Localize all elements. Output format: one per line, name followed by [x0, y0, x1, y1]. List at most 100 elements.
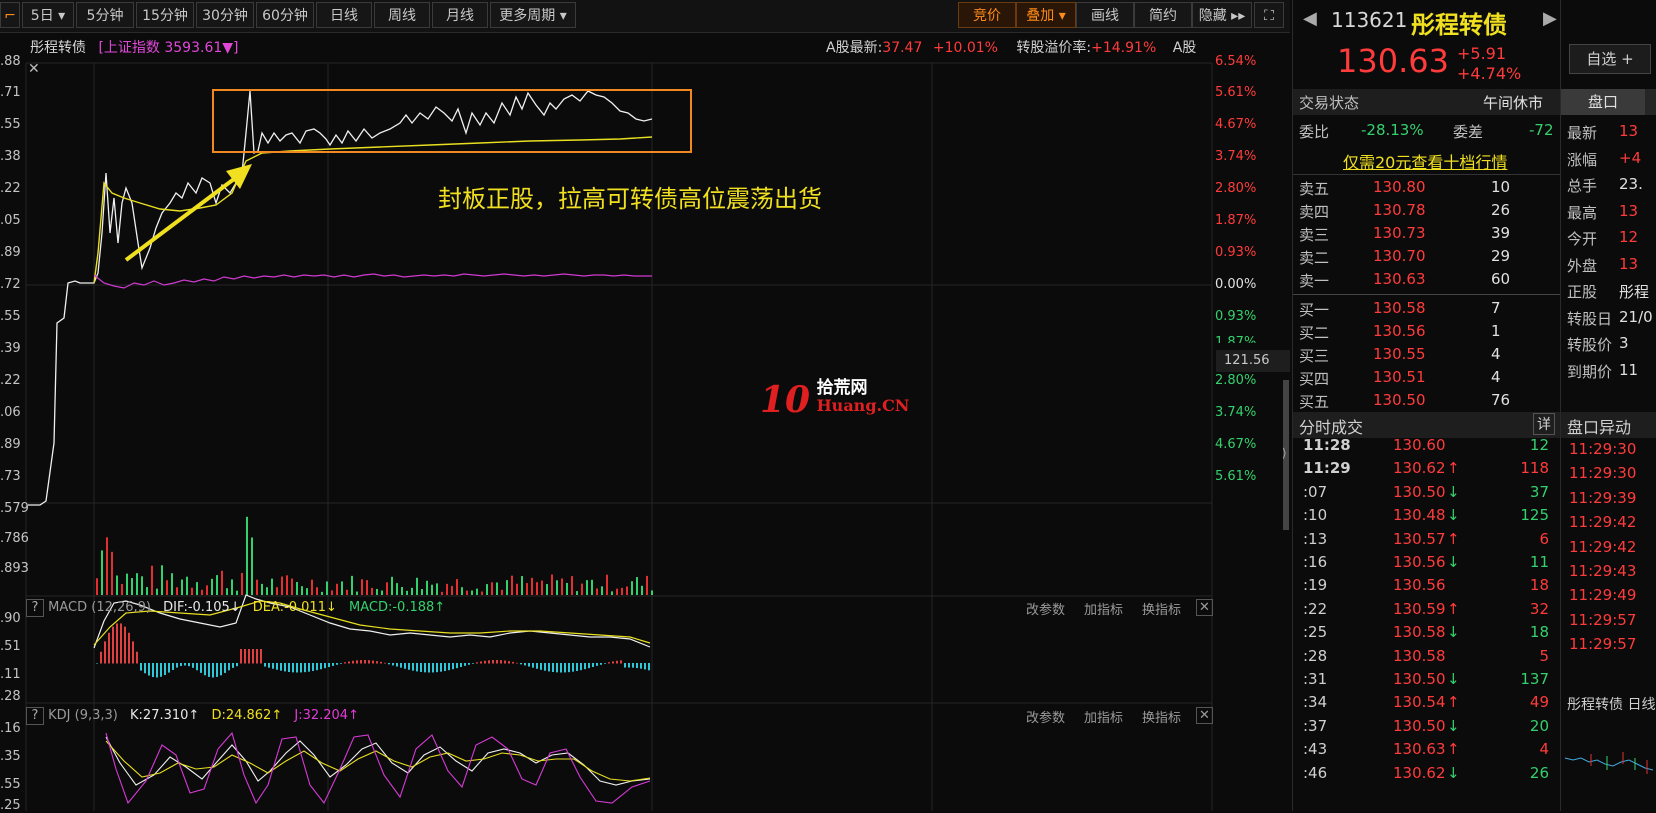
- volume-bar: [366, 580, 368, 595]
- simple-mode-button[interactable]: 简约: [1134, 2, 1192, 28]
- period-60min-button[interactable]: 60分钟: [256, 2, 314, 28]
- volume-bar: [381, 590, 383, 595]
- stat-value: 13: [1619, 122, 1639, 140]
- bid-volume: 4: [1491, 345, 1501, 363]
- mini-daily-chart: [1564, 752, 1654, 774]
- chart-title-bar: 彤程转债 [上证指数 3593.61▼]: [30, 37, 239, 57]
- toolbar-menu-button[interactable]: ⌐: [0, 2, 20, 28]
- anomaly-time[interactable]: 11:29:57: [1569, 635, 1636, 653]
- collapse-panel-icon[interactable]: ⟩: [1282, 446, 1287, 460]
- macd-bar: [248, 649, 250, 664]
- kdj-switch-indicator-button[interactable]: 换指标: [1142, 707, 1181, 726]
- macd-bar: [140, 663, 142, 671]
- anomaly-time[interactable]: 11:29:42: [1569, 538, 1636, 556]
- more-periods-button[interactable]: 更多周期 ▾: [490, 2, 576, 28]
- kdj-add-indicator-button[interactable]: 加指标: [1084, 707, 1123, 726]
- anomaly-time[interactable]: 11:29:42: [1569, 513, 1636, 531]
- macd-bar: [180, 663, 182, 667]
- macd-bar: [360, 660, 362, 664]
- macd-add-indicator-button[interactable]: 加指标: [1084, 599, 1123, 618]
- bid-volume: 1: [1491, 322, 1501, 340]
- draw-line-button[interactable]: 画线: [1076, 2, 1134, 28]
- trade-volume: 5: [1539, 646, 1549, 665]
- ask-price: 130.80: [1373, 178, 1426, 196]
- tab-orderbook[interactable]: 盘口: [1561, 89, 1645, 115]
- volume-bar: [496, 582, 498, 595]
- period-weekly-button[interactable]: 周线: [374, 2, 430, 28]
- anomaly-time[interactable]: 11:29:49: [1569, 586, 1636, 604]
- macd-bar: [532, 663, 534, 668]
- premium-value: +14.91%: [1091, 40, 1157, 56]
- left-axis-label: .72: [0, 277, 21, 292]
- volume-bar: [546, 584, 548, 595]
- add-watchlist-button[interactable]: 自选 +: [1569, 44, 1651, 74]
- stat-label: 到期价: [1567, 362, 1613, 381]
- anomaly-time[interactable]: 11:29:43: [1569, 562, 1636, 580]
- hide-button[interactable]: 隐藏 ▸▸: [1192, 2, 1252, 28]
- anomaly-time[interactable]: 11:29:30: [1569, 464, 1636, 482]
- trade-direction-icon: ↑: [1447, 529, 1460, 548]
- bid-price: 130.50: [1373, 391, 1426, 409]
- volume-bar: [556, 580, 558, 595]
- trade-time: :31: [1303, 670, 1328, 688]
- volume-bar: [141, 576, 143, 595]
- volume-bar: [561, 578, 563, 595]
- macd-bar: [132, 641, 134, 664]
- macd-switch-indicator-button[interactable]: 换指标: [1142, 599, 1181, 618]
- bid-volume: 4: [1491, 368, 1501, 386]
- macd-bar: [448, 663, 450, 671]
- left-axis-label: .38: [0, 149, 21, 164]
- kdj-edit-params-button[interactable]: 改参数: [1026, 707, 1065, 726]
- intraday-chart[interactable]: 彤程转债 [上证指数 3593.61▼] A股最新:37.47 +10.01% …: [0, 33, 1290, 813]
- right-axis-label: 4.67%: [1215, 117, 1257, 132]
- prev-security-icon[interactable]: ◀: [1303, 8, 1317, 29]
- bid-level-label: 买二: [1299, 324, 1330, 342]
- crosshair-close-icon[interactable]: ✕: [28, 61, 40, 77]
- macd-bar: [160, 663, 162, 677]
- anomaly-time[interactable]: 11:29:30: [1569, 440, 1636, 458]
- anomaly-time[interactable]: 11:29:39: [1569, 489, 1636, 507]
- macd-close-icon[interactable]: ✕: [1196, 599, 1213, 616]
- kdj-close-icon[interactable]: ✕: [1196, 707, 1213, 724]
- volume-bar: [371, 587, 373, 595]
- period-label: 5日: [30, 8, 54, 24]
- next-security-icon[interactable]: ▶: [1543, 8, 1557, 29]
- stat-value: +4: [1619, 148, 1642, 167]
- macd-edit-params-button[interactable]: 改参数: [1026, 599, 1065, 618]
- volume-bar: [231, 579, 233, 595]
- macd-bar: [604, 663, 606, 664]
- trade-direction-icon: ↓: [1447, 716, 1460, 735]
- volume-bar: [461, 587, 463, 595]
- trade-time: :19: [1303, 576, 1328, 595]
- macd-dea-value: DEA:-0.011↓: [252, 600, 337, 615]
- ask-level-label: 卖四: [1299, 203, 1330, 221]
- help-icon[interactable]: ?: [26, 599, 44, 617]
- volume-bar: [391, 576, 393, 595]
- trade-volume: 118: [1520, 459, 1549, 478]
- stat-label: 转股日: [1567, 309, 1613, 328]
- level2-promo-link[interactable]: 仅需20元查看十档行情: [1343, 149, 1507, 173]
- macd-bar: [184, 663, 186, 666]
- trade-volume: 49: [1529, 693, 1549, 712]
- auction-button[interactable]: 竞价: [958, 2, 1016, 28]
- macd-bar: [172, 663, 174, 670]
- macd-bar: [268, 663, 270, 668]
- index-overlay-label[interactable]: [上证指数 3593.61▼]: [98, 40, 238, 56]
- period-5day-button[interactable]: 5日 ▾: [22, 2, 74, 28]
- period-30min-button[interactable]: 30分钟: [196, 2, 254, 28]
- macd-bar: [468, 663, 470, 665]
- ask-price: 130.70: [1373, 247, 1426, 265]
- fullscreen-icon[interactable]: ⛶: [1254, 2, 1284, 28]
- period-5min-button[interactable]: 5分钟: [76, 2, 134, 28]
- help-icon[interactable]: ?: [26, 707, 44, 725]
- anomaly-time[interactable]: 11:29:57: [1569, 611, 1636, 629]
- volume-bar: [151, 565, 153, 595]
- chart-stats-bar: A股最新:37.47 +10.01% 转股溢价率:+14.91% A股: [826, 37, 1196, 57]
- overlay-button[interactable]: 叠加 ▾: [1016, 2, 1076, 28]
- period-15min-button[interactable]: 15分钟: [136, 2, 194, 28]
- period-daily-button[interactable]: 日线: [316, 2, 372, 28]
- left-axis-label: .73: [0, 469, 21, 484]
- left-axis-label: .89: [0, 437, 21, 452]
- trades-detail-button[interactable]: 详: [1533, 413, 1555, 435]
- period-monthly-button[interactable]: 月线: [432, 2, 488, 28]
